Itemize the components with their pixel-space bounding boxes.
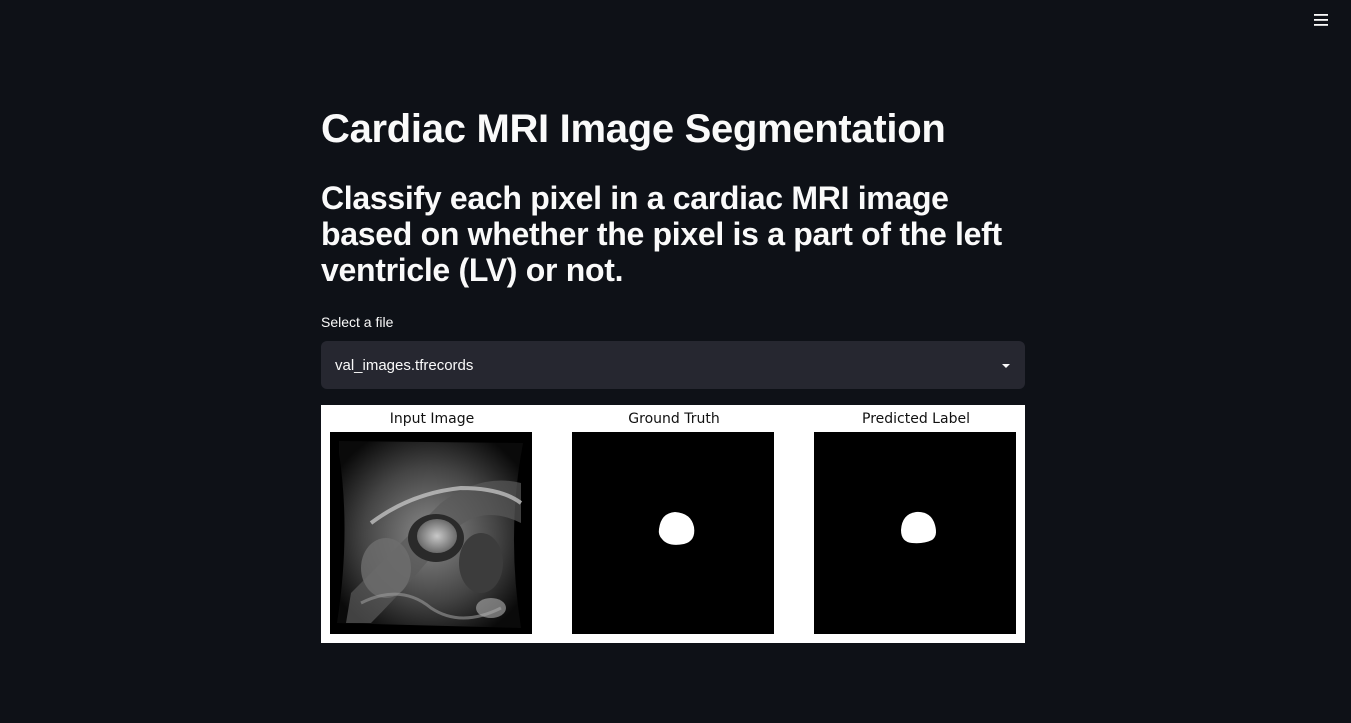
segmentation-figure: Input Image Ground Truth Predicted Label [321, 405, 1025, 643]
hamburger-menu-icon [1313, 13, 1329, 27]
panel-title: Input Image [389, 411, 475, 427]
input-mri-image [330, 432, 532, 634]
file-select-label: Select a file [321, 314, 394, 330]
file-select-value: val_images.tfrecords [335, 356, 474, 374]
page-subtitle: Classify each pixel in a cardiac MRI ima… [321, 180, 1002, 288]
page-title: Cardiac MRI Image Segmentation [321, 107, 946, 151]
main-menu-button[interactable] [1309, 8, 1333, 32]
caret-down-icon [1001, 356, 1011, 374]
app-root: Cardiac MRI Image Segmentation Classify … [0, 0, 1351, 723]
predicted-mask [814, 432, 1016, 634]
panel-title: Ground Truth [628, 411, 720, 427]
main-content: Cardiac MRI Image Segmentation Classify … [321, 100, 1025, 643]
panel-title: Predicted Label [862, 411, 970, 427]
file-select-dropdown[interactable]: val_images.tfrecords [321, 341, 1025, 389]
ground-truth-mask [572, 432, 774, 634]
